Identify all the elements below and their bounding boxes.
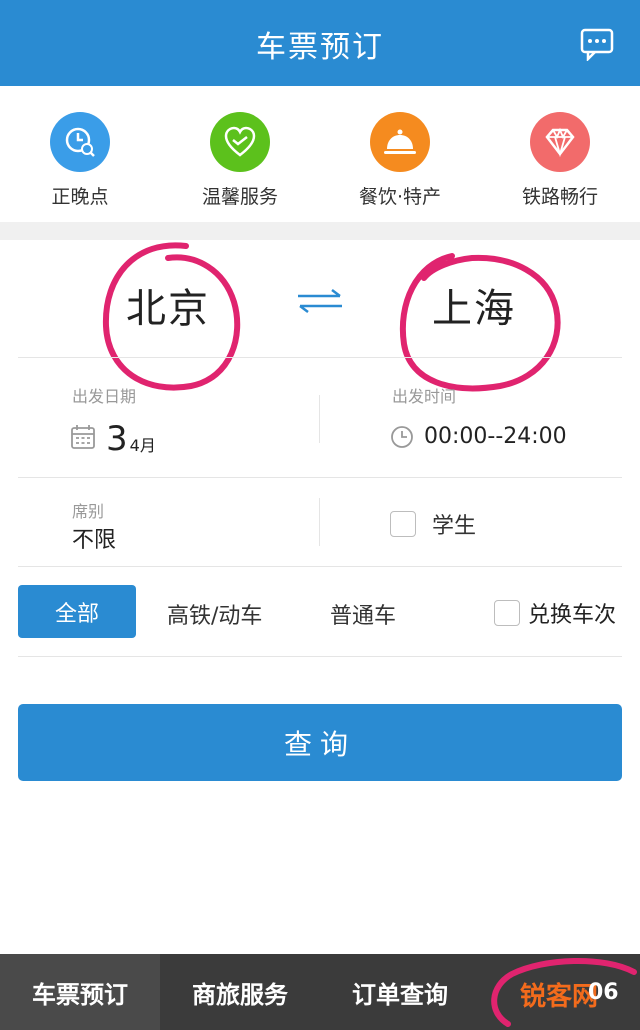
- quick-link-label: 正晚点: [51, 186, 109, 208]
- header-bar: 车票预订: [0, 0, 640, 86]
- depart-day: 3: [106, 419, 128, 459]
- message-icon[interactable]: [580, 27, 614, 61]
- divider: [18, 566, 622, 567]
- annotation-circle-to: [399, 253, 561, 392]
- quick-link-label: 温馨服务: [201, 186, 278, 208]
- train-type-high-speed[interactable]: 高铁/动车: [167, 598, 262, 630]
- exchange-option[interactable]: 兑换车次: [494, 597, 616, 629]
- diamond-icon: [530, 112, 590, 172]
- page-title: 车票预订: [256, 30, 384, 65]
- quick-link-railway[interactable]: 铁路畅行: [480, 112, 640, 209]
- depart-time[interactable]: 00:00--24:00: [390, 424, 567, 449]
- quick-links: 正晚点 温馨服务 餐饮·特产 铁路畅行: [0, 86, 640, 222]
- column-divider: [319, 498, 320, 546]
- quick-link-label: 铁路畅行: [521, 186, 598, 208]
- column-divider: [319, 395, 320, 443]
- tab-ticket-booking[interactable]: 车票预订: [0, 954, 160, 1030]
- divider: [18, 477, 622, 478]
- quick-link-label: 餐饮·特产: [358, 186, 442, 208]
- food-cloche-icon: [370, 112, 430, 172]
- divider: [18, 357, 622, 358]
- quick-link-delay[interactable]: 正晚点: [0, 112, 160, 209]
- divider: [18, 656, 622, 657]
- exchange-label: 兑换车次: [528, 603, 617, 628]
- annotation-circle-my-tab: [491, 958, 637, 1027]
- clock-icon: [391, 425, 413, 448]
- swap-arrows-icon[interactable]: [292, 286, 348, 316]
- depart-time-range: 00:00--24:00: [424, 424, 567, 449]
- train-type-all-button[interactable]: 全部: [18, 585, 136, 638]
- depart-date-label: 出发日期: [72, 387, 137, 406]
- student-option[interactable]: 学生: [390, 508, 476, 540]
- heart-handshake-icon: [210, 112, 270, 172]
- tab-business-travel[interactable]: 商旅服务: [160, 954, 320, 1030]
- seat-value[interactable]: 不限: [72, 522, 116, 554]
- annotation-circle-from: [102, 242, 241, 391]
- exchange-checkbox[interactable]: [494, 600, 520, 626]
- student-checkbox[interactable]: [390, 511, 416, 537]
- calendar-icon: [71, 425, 95, 449]
- student-label: 学生: [432, 514, 477, 539]
- train-type-normal[interactable]: 普通车: [330, 598, 396, 630]
- tab-order-query[interactable]: 订单查询: [320, 954, 480, 1030]
- quick-link-food[interactable]: 餐饮·特产: [320, 112, 480, 209]
- depart-time-label: 出发时间: [392, 387, 457, 406]
- depart-month: 4月: [129, 436, 156, 455]
- seat-label: 席别: [72, 502, 105, 521]
- clock-search-icon: [50, 112, 110, 172]
- depart-date[interactable]: 3 4月: [70, 422, 156, 456]
- quick-link-service[interactable]: 温馨服务: [160, 112, 320, 209]
- search-button[interactable]: 查询: [18, 704, 622, 781]
